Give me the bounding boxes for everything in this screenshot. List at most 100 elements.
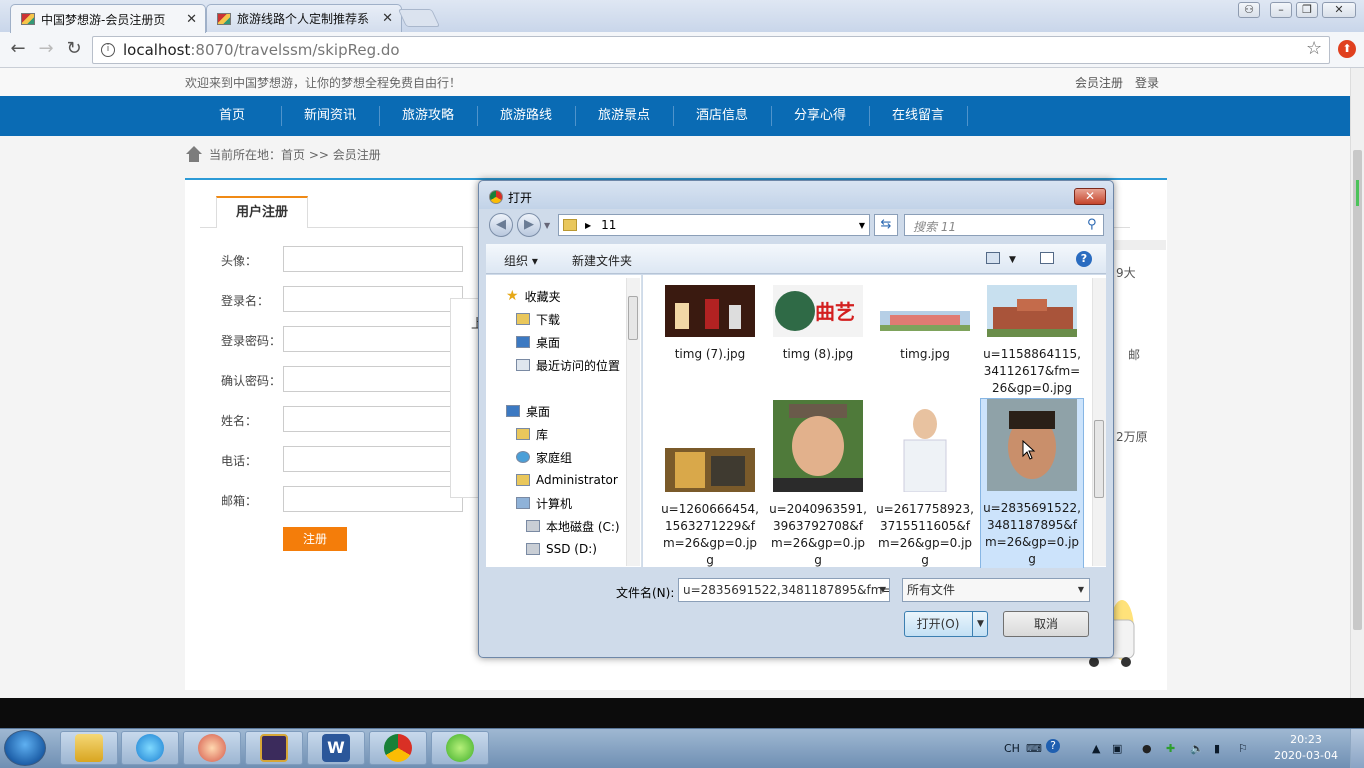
taskbar-explorer[interactable] — [60, 731, 118, 765]
nav-attractions[interactable]: 旅游景点 — [575, 96, 673, 136]
nav-share[interactable]: 分享心得 — [771, 96, 869, 136]
nav-drive-d[interactable]: SSD (D:) — [526, 539, 597, 559]
organize-button[interactable]: 组织 ▾ — [504, 252, 538, 269]
nav-drive-c[interactable]: 本地磁盘 (C:) — [526, 516, 620, 536]
file-item[interactable]: u=1158864115,34112617&fm=26&gp=0.jpg — [980, 285, 1084, 397]
thumbnail-text: 曲艺 — [815, 300, 855, 324]
qq-tray-icon[interactable]: ● — [1142, 742, 1152, 755]
file-item-selected[interactable]: u=2835691522,3481187895&fm=26&gp=0.jpg — [980, 398, 1084, 569]
clock[interactable]: 20:23 2020-03-04 — [1266, 732, 1346, 764]
taskbar-javaee-ide[interactable] — [245, 731, 303, 765]
taskbar-chrome[interactable] — [369, 731, 427, 765]
username-input[interactable] — [283, 286, 463, 312]
nav-guides[interactable]: 旅游攻略 — [379, 96, 477, 136]
forward-arrow-icon[interactable]: → — [34, 38, 58, 59]
open-dropdown-icon[interactable]: ▼ — [972, 612, 988, 636]
file-item[interactable]: u=2040963591,3963792708&fm=26&gp=0.jpg — [766, 400, 870, 569]
file-item[interactable]: 曲艺 timg (8).jpg — [766, 285, 870, 363]
nav-messages[interactable]: 在线留言 — [869, 96, 967, 136]
email-input[interactable] — [283, 486, 463, 512]
file-item[interactable]: timg (7).jpg — [658, 285, 762, 363]
filename-input[interactable]: u=2835691522,3481187895&fm= — [678, 578, 890, 602]
nav-downloads[interactable]: 下载 — [516, 309, 560, 329]
name-input[interactable] — [283, 406, 463, 432]
close-tab-icon[interactable]: ✕ — [382, 11, 393, 26]
taskbar-qq[interactable] — [183, 731, 241, 765]
keyboard-icon[interactable]: ⌨ — [1026, 742, 1042, 755]
page-scrollbar-thumb[interactable] — [1353, 150, 1362, 630]
close-window-button[interactable]: ✕ — [1322, 2, 1356, 18]
site-info-icon[interactable]: i — [101, 43, 115, 57]
network-tray-icon[interactable]: ▣ — [1112, 742, 1122, 755]
password-input[interactable] — [283, 326, 463, 352]
nav-label: 库 — [536, 427, 549, 442]
nav-computer[interactable]: 计算机 — [516, 493, 572, 513]
security-tray-icon[interactable]: ✚ — [1166, 742, 1175, 755]
back-arrow-icon[interactable]: ← — [6, 38, 30, 59]
file-pane-scroll-thumb[interactable] — [1094, 420, 1104, 498]
login-link[interactable]: 登录 — [1135, 74, 1159, 91]
dialog-address-bar[interactable]: ▶ 11 ▼ — [558, 214, 870, 236]
taskbar-ie[interactable] — [121, 731, 179, 765]
start-button[interactable] — [4, 730, 46, 766]
new-folder-button[interactable]: 新建文件夹 — [572, 252, 632, 269]
avatar-field[interactable] — [283, 246, 463, 272]
volume-icon[interactable]: 🔈 — [1190, 742, 1204, 755]
dialog-close-button[interactable]: ✕ — [1074, 188, 1106, 205]
preview-pane-icon[interactable] — [1040, 252, 1054, 264]
nav-desktop[interactable]: 桌面 — [516, 332, 560, 352]
dialog-back-icon[interactable]: ◀ — [489, 213, 513, 237]
tab-route-system[interactable]: 旅游线路个人定制推荐系 ✕ — [206, 4, 402, 32]
file-item[interactable]: u=2617758923,3715511605&fm=26&gp=0.jpg — [873, 400, 977, 569]
action-center-icon[interactable]: ⚐ — [1238, 742, 1248, 755]
reload-icon[interactable]: ↻ — [62, 38, 86, 59]
bookmark-star-icon[interactable]: ☆ — [1306, 38, 1322, 59]
confirm-password-input[interactable] — [283, 366, 463, 392]
refresh-icon[interactable]: ⇆ — [874, 214, 898, 236]
filename-label: 文件名(N): — [616, 586, 675, 600]
dialog-search-input[interactable]: 搜索 11 — [904, 214, 1104, 236]
nav-favorites[interactable]: ★ 收藏夹 — [506, 286, 561, 306]
nav-administrator[interactable]: Administrator — [516, 470, 618, 490]
register-button[interactable]: 注册 — [283, 527, 347, 551]
nav-news[interactable]: 新闻资讯 — [281, 96, 379, 136]
extension-icon[interactable]: ⬆ — [1338, 40, 1356, 58]
close-tab-icon[interactable]: ✕ — [186, 12, 197, 27]
nav-hotels[interactable]: 酒店信息 — [673, 96, 771, 136]
view-icon[interactable] — [986, 252, 1000, 264]
chrome-icon — [384, 734, 412, 762]
search-icon[interactable]: ⚲ — [1087, 217, 1097, 232]
nav-routes[interactable]: 旅游路线 — [477, 96, 575, 136]
file-type-select[interactable]: 所有文件 — [902, 578, 1090, 602]
nav-home[interactable]: 首页 — [183, 96, 281, 136]
user-profile-icon[interactable]: ⚇ — [1238, 2, 1260, 18]
nav-library[interactable]: 库 — [516, 424, 548, 444]
restore-button[interactable]: ❐ — [1296, 2, 1318, 18]
wifi-icon[interactable]: ▮ — [1214, 742, 1220, 755]
nav-desktop-root[interactable]: 桌面 — [506, 401, 550, 421]
nav-homegroup[interactable]: 家庭组 — [516, 447, 572, 467]
tab-register[interactable]: 中国梦想游-会员注册页 ✕ — [10, 4, 206, 33]
file-item[interactable]: u=1260666454,1563271229&fm=26&gp=0.jpg — [658, 400, 762, 569]
register-link[interactable]: 会员注册 — [1075, 74, 1123, 91]
nav-pane-scroll-thumb[interactable] — [628, 296, 638, 340]
dialog-forward-icon[interactable]: ▶ — [517, 213, 541, 237]
phone-input[interactable] — [283, 446, 463, 472]
address-bar[interactable]: i localhost:8070/travelssm/skipReg.do — [92, 36, 1330, 64]
taskbar-word[interactable]: W — [307, 731, 365, 765]
home-icon — [185, 146, 203, 162]
tab-user-register[interactable]: 用户注册 — [216, 196, 308, 228]
cancel-button[interactable]: 取消 — [1003, 611, 1089, 637]
chevron-down-icon[interactable]: ▼ — [859, 221, 865, 230]
language-indicator[interactable]: CH — [1004, 742, 1020, 755]
taskbar-sync[interactable] — [431, 731, 489, 765]
help-icon[interactable]: ? — [1076, 251, 1092, 267]
nav-recent[interactable]: 最近访问的位置 — [516, 355, 620, 375]
recent-locations-icon[interactable]: ▼ — [544, 221, 550, 230]
view-dropdown-icon[interactable]: ▼ — [1009, 255, 1016, 265]
show-hidden-icons[interactable]: ▲ — [1092, 742, 1100, 755]
minimize-button[interactable]: – — [1270, 2, 1292, 18]
show-desktop-button[interactable] — [1350, 729, 1364, 768]
file-item[interactable]: timg.jpg — [873, 285, 977, 363]
help-tray-icon[interactable]: ? — [1046, 739, 1060, 753]
